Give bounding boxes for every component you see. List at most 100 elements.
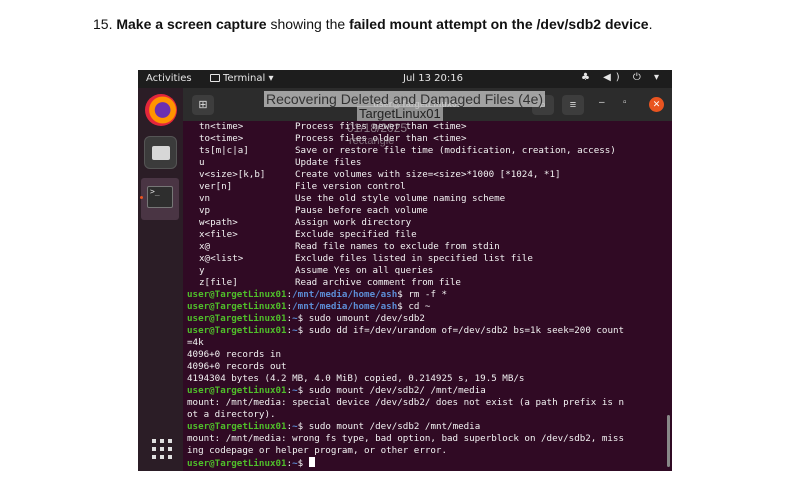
option-desc: Pause before each volume [295, 205, 428, 216]
instruction-text: 15. Make a screen capture showing the fa… [93, 16, 793, 32]
prompt-line: user@TargetLinux01:~$ sudo umount /dev/s… [187, 313, 671, 325]
option-desc: Update files [295, 157, 362, 168]
help-line: y Assume Yes on all queries [187, 265, 671, 277]
prompt-user: user@TargetLinux01 [187, 458, 287, 469]
new-tab-button[interactable]: ⊞ [192, 95, 214, 115]
prompt-line: user@TargetLinux01:~$ sudo mount /dev/sd… [187, 385, 671, 397]
option-name: tn<time> [199, 121, 244, 132]
help-line: x<file> Exclude specified file [187, 229, 671, 241]
option-desc: Read archive comment from file [295, 277, 461, 288]
top-bar: Activities Terminal ▾ Jul 13 20:16 ♣ ◀) … [138, 70, 672, 88]
option-name: y [199, 265, 205, 276]
watermark-date: 01/18/2025 [347, 121, 408, 135]
menu-button[interactable]: ≡ [562, 95, 584, 115]
folder-icon [152, 146, 170, 160]
option-desc: Exclude specified file [295, 229, 417, 240]
option-desc: Create volumes with size=<size>*1000 [*1… [295, 169, 561, 180]
prompt-user: user@TargetLinux01 [187, 289, 287, 300]
prompt-line: user@TargetLinux01:/mnt/media/home/ash$ … [187, 289, 671, 301]
terminal-output[interactable]: tn<time> Process files newer than <time> t… [187, 121, 671, 471]
prompt-line: user@TargetLinux01:/mnt/media/home/ash$ … [187, 301, 671, 313]
watermark-title: Recovering Deleted and Damaged Files (4e… [264, 91, 546, 107]
terminal-line: mount: /mnt/media: special device /dev/s… [187, 397, 624, 408]
terminal-line: ing codepage or helper program, or other… [187, 445, 447, 456]
help-line: u Update files [187, 157, 671, 169]
help-line: vp Pause before each volume [187, 205, 671, 217]
instruction-bold-2: failed mount attempt on the /dev/sdb2 de… [349, 16, 649, 32]
instruction-plain-1: showing the [266, 16, 350, 32]
prompt-dollar: $ [397, 301, 409, 312]
help-line: ver[n] File version control [187, 181, 671, 193]
terminal-line: ot a directory). [187, 409, 276, 420]
option-name: ts[m|c|a] [199, 145, 249, 156]
terminal-small-icon [210, 74, 220, 82]
prompt-path: /mnt/media/home/ash [292, 289, 398, 300]
option-desc: Save or restore file time (modification,… [295, 145, 616, 156]
option-desc: Use the old style volume naming scheme [295, 193, 506, 204]
close-button[interactable]: ✕ [649, 97, 664, 112]
help-line: vn Use the old style volume naming scheme [187, 193, 671, 205]
prompt-user: user@TargetLinux01 [187, 385, 287, 396]
terminal-line: 4194304 bytes (4.2 MB, 4.0 MiB) copied, … [187, 373, 525, 384]
prompt-dollar: $ [297, 458, 309, 469]
option-name: vp [199, 205, 211, 216]
option-desc: Assume Yes on all queries [295, 265, 434, 276]
prompt-user: user@TargetLinux01 [187, 325, 287, 336]
command-text: cd ~ [408, 301, 431, 312]
terminal-line: 4096+0 records out [187, 361, 287, 372]
prompt-user: user@TargetLinux01 [187, 421, 287, 432]
prompt-path: /mnt/media/home/ash [292, 301, 398, 312]
prompt-line: user@TargetLinux01:~$ sudo dd if=/dev/ur… [187, 325, 671, 337]
option-name: vn [199, 193, 211, 204]
prompt-dollar: $ [297, 313, 309, 324]
command-text: rm -f * [408, 289, 448, 300]
terminal-line: 4096+0 records in [187, 349, 282, 360]
step-number: 15. [93, 16, 113, 32]
command-text: sudo mount /dev/sdb2 /mnt/media [308, 421, 481, 432]
terminal-glyph: >_ [147, 186, 173, 208]
option-name: x@<list> [199, 253, 244, 264]
option-name: z[file] [199, 277, 238, 288]
prompt-dollar: $ [297, 421, 309, 432]
activities-button[interactable]: Activities [146, 73, 192, 84]
watermark-mark: rectangle [349, 135, 395, 147]
option-name: w<path> [199, 217, 238, 228]
help-line: ts[m|c|a] Save or restore file time (modi… [187, 145, 671, 157]
scrollbar[interactable] [667, 415, 670, 467]
option-desc: File version control [295, 181, 406, 192]
running-indicator [140, 196, 143, 199]
help-line: x@<list> Exclude files listed in specifie… [187, 253, 671, 265]
command-text: sudo dd if=/dev/urandom of=/dev/sdb2 bs=… [308, 325, 625, 336]
app-menu[interactable]: Terminal ▾ [210, 73, 273, 84]
option-desc: Assign work directory [295, 217, 412, 228]
option-name: x@ [199, 241, 211, 252]
option-desc: Exclude files listed in specified list f… [295, 253, 533, 264]
dock: >_ [138, 88, 183, 471]
terminal-icon[interactable]: >_ [141, 178, 179, 220]
prompt-dollar: $ [297, 325, 309, 336]
show-apps-icon[interactable] [152, 439, 172, 459]
clock[interactable]: Jul 13 20:16 [403, 73, 463, 84]
help-line: x@ Read file names to exclude from stdin [187, 241, 671, 253]
instruction-plain-2: . [648, 16, 653, 32]
option-name: to<time> [199, 133, 244, 144]
option-name: x<file> [199, 229, 238, 240]
maximize-button[interactable]: ▫ [623, 97, 627, 108]
minimize-button[interactable]: – [599, 97, 605, 108]
files-icon[interactable] [144, 136, 177, 169]
terminal-line: mount: /mnt/media: wrong fs type, bad op… [187, 433, 624, 444]
help-line: to<time> Process files older than <time> [187, 133, 671, 145]
help-line: w<path> Assign work directory [187, 217, 671, 229]
prompt-user: user@TargetLinux01 [187, 301, 287, 312]
system-tray[interactable]: ♣ ◀) ⏻ ▾ [581, 72, 664, 83]
app-menu-label: Terminal ▾ [223, 73, 274, 84]
prompt-dollar: $ [297, 385, 309, 396]
instruction-bold-1: Make a screen capture [116, 16, 267, 32]
prompt-line: user@TargetLinux01:~$ [187, 457, 671, 469]
cursor [308, 457, 315, 467]
help-line: z[file] Read archive comment from file [187, 277, 671, 289]
command-text: sudo mount /dev/sdb2/ /mnt/media [308, 385, 486, 396]
command-text: sudo umount /dev/sdb2 [308, 313, 425, 324]
firefox-icon[interactable] [145, 94, 177, 126]
prompt-line: user@TargetLinux01:~$ sudo mount /dev/sd… [187, 421, 671, 433]
